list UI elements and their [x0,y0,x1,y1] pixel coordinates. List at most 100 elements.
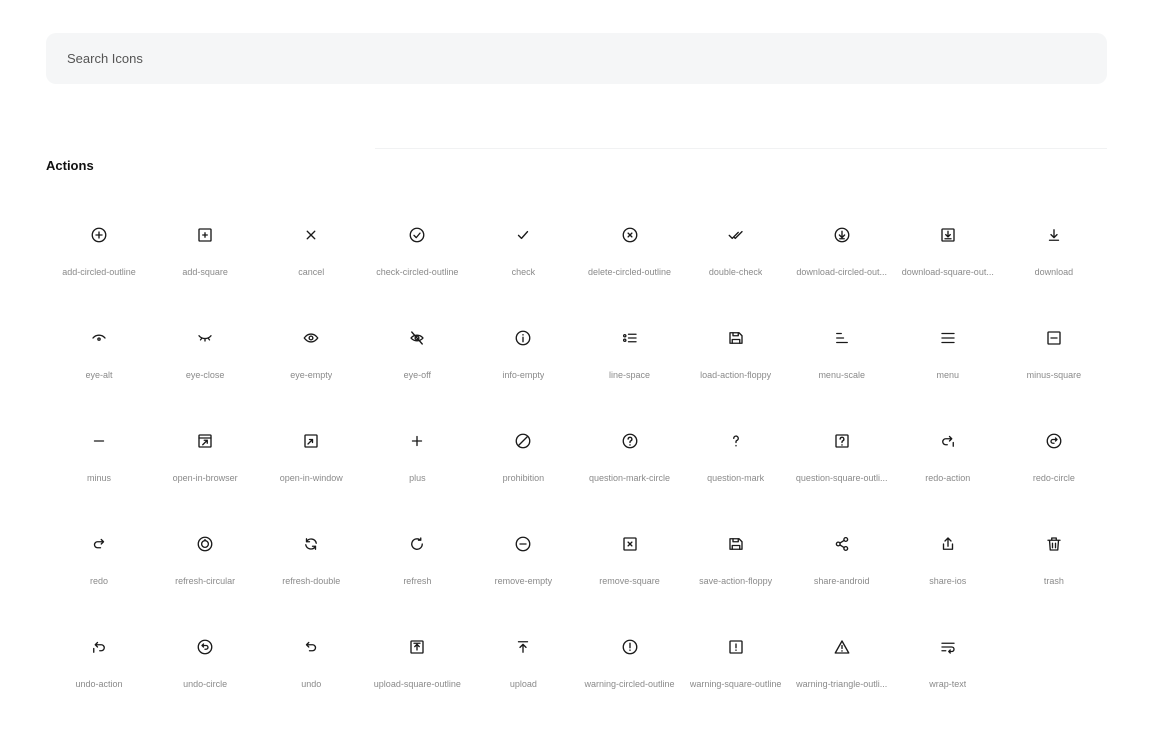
icon-tile-line-space[interactable]: line-space [576,309,682,412]
icon-label: minus-square [1026,370,1082,380]
eye-empty-icon [300,327,322,349]
icon-tile-share-android[interactable]: share-android [789,515,895,618]
share-ios-icon [937,533,959,555]
icon-label: undo-action [75,679,123,689]
icon-tile-open-in-browser[interactable]: open-in-browser [152,412,258,515]
trash-icon [1043,533,1065,555]
icon-tile-delete-circled-outline[interactable]: delete-circled-outline [576,206,682,309]
line-space-icon [619,327,641,349]
minus-icon [88,430,110,452]
icon-label: open-in-window [279,473,343,483]
icon-tile-warning-triangle-outline[interactable]: warning-triangle-outli... [789,618,895,721]
minus-square-icon [1043,327,1065,349]
icon-label: undo [301,679,322,689]
question-mark-icon [725,430,747,452]
icon-tile-download-square-outline[interactable]: download-square-out... [895,206,1001,309]
icon-tile-refresh-circular[interactable]: refresh-circular [152,515,258,618]
icon-tile-question-square-outline[interactable]: question-square-outli... [789,412,895,515]
icon-label: redo [90,576,109,586]
remove-empty-icon [512,533,534,555]
refresh-circular-icon [194,533,216,555]
icon-tile-upload-square-outline[interactable]: upload-square-outline [364,618,470,721]
icon-tile-warning-circled-outline[interactable]: warning-circled-outline [576,618,682,721]
icon-label: check [511,267,536,277]
icon-tile-upload[interactable]: upload [470,618,576,721]
icon-tile-remove-square[interactable]: remove-square [576,515,682,618]
icon-grid: add-circled-outline add-square cancel check… [46,206,1107,721]
download-square-outline-icon [937,224,959,246]
icon-tile-redo-action[interactable]: redo-action [895,412,1001,515]
icon-tile-save-action-floppy[interactable]: save-action-floppy [683,515,789,618]
icon-label: double-check [708,267,763,277]
icon-label: refresh-double [282,576,341,586]
icon-tile-cancel[interactable]: cancel [258,206,364,309]
icon-tile-eye-off[interactable]: eye-off [364,309,470,412]
load-action-floppy-icon [725,327,747,349]
icon-tile-redo[interactable]: redo [46,515,152,618]
icon-tile-eye-empty[interactable]: eye-empty [258,309,364,412]
redo-icon [88,533,110,555]
icon-tile-minus-square[interactable]: minus-square [1001,309,1107,412]
icon-tile-eye-alt[interactable]: eye-alt [46,309,152,412]
icon-tile-refresh[interactable]: refresh [364,515,470,618]
icon-label: share-android [813,576,870,586]
icon-tile-minus[interactable]: minus [46,412,152,515]
icon-tile-load-action-floppy[interactable]: load-action-floppy [683,309,789,412]
icon-label: question-square-outli... [795,473,888,483]
icon-tile-undo-circle[interactable]: undo-circle [152,618,258,721]
icon-label: load-action-floppy [700,370,772,380]
icon-tile-menu[interactable]: menu [895,309,1001,412]
undo-action-icon [88,636,110,658]
icon-tile-open-in-window[interactable]: open-in-window [258,412,364,515]
icon-tile-refresh-double[interactable]: refresh-double [258,515,364,618]
icon-tile-eye-close[interactable]: eye-close [152,309,258,412]
icon-tile-plus[interactable]: plus [364,412,470,515]
icon-tile-info-empty[interactable]: info-empty [470,309,576,412]
icon-label: remove-empty [494,576,553,586]
icon-label: check-circled-outline [376,267,459,277]
add-square-icon [194,224,216,246]
icon-label: share-ios [929,576,967,586]
icon-tile-share-ios[interactable]: share-ios [895,515,1001,618]
icon-label: redo-action [925,473,971,483]
upload-square-outline-icon [406,636,428,658]
cancel-icon [300,224,322,246]
icon-tile-add-circled-outline[interactable]: add-circled-outline [46,206,152,309]
icon-tile-undo[interactable]: undo [258,618,364,721]
search-input[interactable] [46,33,1107,84]
icon-tile-download-circled-outline[interactable]: download-circled-out... [789,206,895,309]
icon-tile-double-check[interactable]: double-check [683,206,789,309]
refresh-icon [406,533,428,555]
download-circled-outline-icon [831,224,853,246]
icon-tile-undo-action[interactable]: undo-action [46,618,152,721]
icon-label: undo-circle [183,679,228,689]
icon-tile-prohibition[interactable]: prohibition [470,412,576,515]
redo-action-icon [937,430,959,452]
icon-label: wrap-text [929,679,967,689]
upload-icon [512,636,534,658]
icon-label: upload [509,679,537,689]
refresh-double-icon [300,533,322,555]
icon-label: warning-circled-outline [584,679,675,689]
icon-tile-question-mark[interactable]: question-mark [683,412,789,515]
warning-triangle-outline-icon [831,636,853,658]
icon-label: trash [1043,576,1064,586]
icon-tile-redo-circle[interactable]: redo-circle [1001,412,1107,515]
share-android-icon [831,533,853,555]
icon-tile-add-square[interactable]: add-square [152,206,258,309]
icon-tile-check[interactable]: check [470,206,576,309]
add-circled-outline-icon [88,224,110,246]
eye-alt-icon [88,327,110,349]
check-circled-outline-icon [406,224,428,246]
icon-label: menu [936,370,960,380]
icon-tile-trash[interactable]: trash [1001,515,1107,618]
icon-tile-remove-empty[interactable]: remove-empty [470,515,576,618]
open-in-browser-icon [194,430,216,452]
icon-tile-check-circled-outline[interactable]: check-circled-outline [364,206,470,309]
icon-tile-wrap-text[interactable]: wrap-text [895,618,1001,721]
icon-label: eye-close [185,370,225,380]
icon-tile-menu-scale[interactable]: menu-scale [789,309,895,412]
icon-tile-download[interactable]: download [1001,206,1107,309]
icon-tile-warning-square-outline[interactable]: warning-square-outline [683,618,789,721]
icon-tile-question-mark-circle[interactable]: question-mark-circle [576,412,682,515]
